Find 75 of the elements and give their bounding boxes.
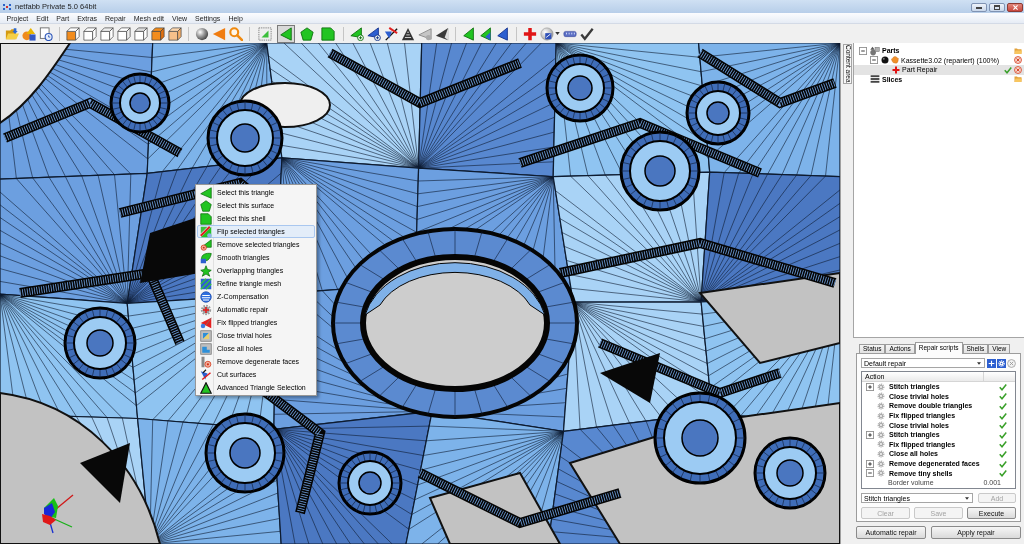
collapse-icon[interactable] [866,469,874,478]
triangle-plus-icon[interactable] [350,26,364,41]
minimize-icon [976,6,982,9]
gear-icon[interactable] [997,358,1006,368]
minimize-button[interactable] [971,3,987,12]
cube-icon[interactable] [66,26,80,41]
cancel-icon[interactable] [1014,65,1022,74]
shell-icon [200,212,212,225]
collapse-icon[interactable] [859,46,867,55]
round-boss [545,53,615,123]
sphere-icon[interactable] [195,26,209,41]
app-logo-icon [3,3,11,10]
hole-patch-icon [200,329,212,342]
close-icon [1012,5,1018,10]
part-icon [891,56,899,65]
star-icon [200,264,212,277]
flipped-triangle-icon [200,316,212,329]
plus-icon[interactable] [987,358,996,368]
caret-icon[interactable] [555,32,560,35]
triangle-icon[interactable] [479,26,493,41]
striped-circle-icon [200,290,212,303]
triangle-icon[interactable] [496,26,510,41]
cancel-icon[interactable] [1014,56,1022,65]
tool-button[interactable] [298,24,316,43]
plus-icon [892,65,900,74]
restore-icon [994,5,1000,10]
hatched-triangle-icon[interactable] [401,26,415,41]
pentagon-icon [300,26,314,41]
triangle-icon [279,26,293,41]
triangle-icon [200,186,212,199]
outlined-triangle-icon [200,381,212,394]
wedge-icon[interactable] [435,26,449,41]
check-icon[interactable] [1004,65,1012,74]
round-boss [109,72,171,134]
caret-icon [965,496,969,500]
plus-icon[interactable] [523,26,537,41]
smooth-shape-icon [200,251,212,264]
cube-icon[interactable] [134,26,148,41]
shell-icon [321,26,335,41]
collapse-icon[interactable] [870,56,878,65]
flip-triangle-icon [200,225,212,238]
restore-button[interactable] [989,3,1005,12]
cube-icon[interactable] [117,26,131,41]
cube-icon[interactable] [168,26,182,41]
folder-icon[interactable] [5,26,19,41]
cube-icon[interactable] [151,26,165,41]
list-icon [870,74,880,85]
clock-document-icon[interactable] [39,26,53,41]
disc-icon[interactable] [540,26,554,41]
cube-icon[interactable] [83,26,97,41]
mesh-grid-icon [200,277,212,290]
triangle-remove-icon [200,238,212,251]
expand-icon[interactable] [866,459,874,468]
shadow [600,353,660,403]
tool-button[interactable] [319,24,337,43]
cut-icon[interactable] [384,26,398,41]
triangle-icon[interactable] [462,26,476,41]
caret-icon [977,361,981,365]
ball-icon [881,56,889,65]
triangle-plus-icon[interactable] [367,26,381,41]
check-icon[interactable] [580,26,594,41]
pentagon-icon [200,199,212,212]
expand-icon[interactable] [866,382,874,391]
bar-dot-icon [200,355,212,368]
expand-icon[interactable] [866,430,874,439]
shapes-icon[interactable] [22,26,36,41]
round-boss [685,80,751,146]
tool-button[interactable] [277,24,295,43]
hole-patch-icon [200,342,212,355]
shadow [80,443,130,503]
gear-plus-icon [200,303,212,316]
cut-icon [200,368,212,381]
cube-icon[interactable] [100,26,114,41]
close-button[interactable] [1007,3,1023,12]
round-boss [337,450,403,516]
